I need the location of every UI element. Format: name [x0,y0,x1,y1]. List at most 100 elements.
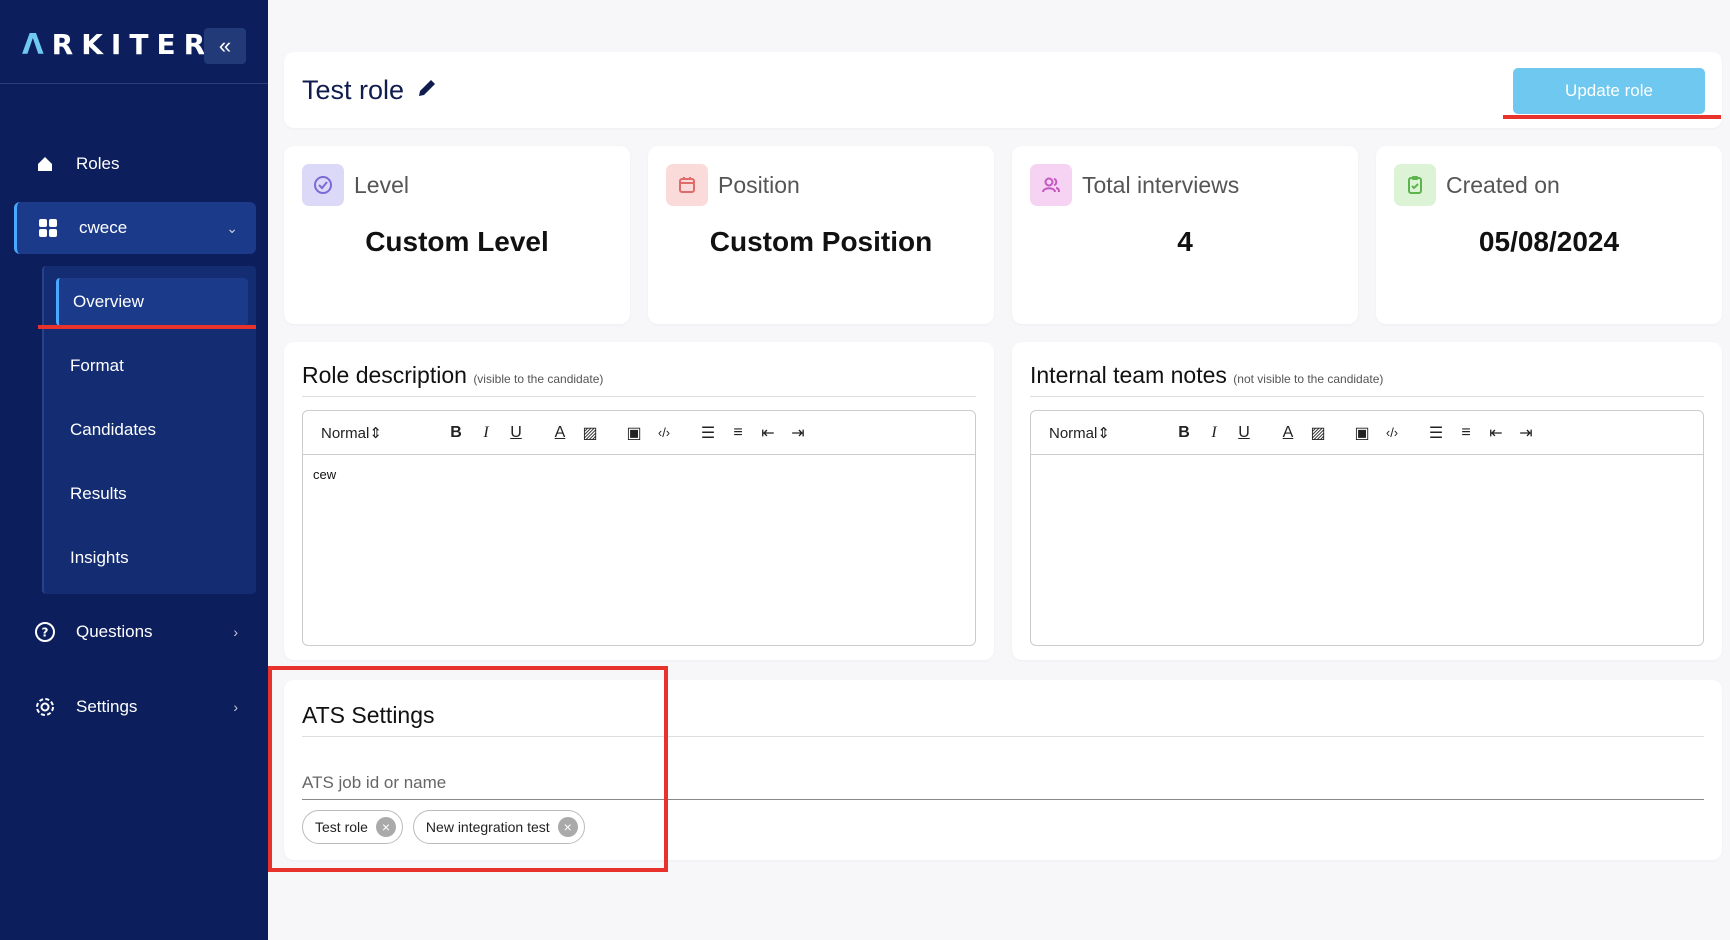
divider [302,396,976,397]
sidebar-item-questions[interactable]: ? Questions › [14,606,256,658]
sidebar-item-roles[interactable]: Roles [14,138,256,190]
subnav-item-label: Results [70,484,127,503]
grid-icon [35,218,61,238]
chevron-right-icon: › [233,699,238,715]
underline-icon[interactable]: U [501,424,531,442]
role-description-card: Role description (visible to the candida… [284,342,994,660]
editor-content[interactable] [1031,455,1703,479]
collapse-sidebar-button[interactable]: « [204,28,246,64]
highlight-box-ats [268,666,668,872]
users-icon [1030,164,1072,206]
subnav-item-candidates[interactable]: Candidates [56,406,248,454]
update-role-button[interactable]: Update role [1513,68,1705,114]
clipboard-check-icon [1394,164,1436,206]
code-icon[interactable]: ‹/› [649,425,679,440]
outdent-icon[interactable]: ⇤ [753,423,783,443]
role-title: Test role [302,75,405,105]
sidebar-item-settings[interactable]: Settings › [14,681,256,733]
highlight-color-icon[interactable]: ▨ [575,423,605,443]
select-arrows-icon: ⇕ [369,424,382,442]
section-note: (visible to the candidate) [473,372,604,386]
stat-label: Level [354,171,409,198]
outdent-icon[interactable]: ⇤ [1481,423,1511,443]
stat-card-created-on: Created on 05/08/2024 [1376,146,1722,324]
highlight-underline-update [1503,115,1721,119]
stat-value: Custom Position [709,226,933,257]
sidebar-item-label: Roles [76,154,120,173]
team-notes-card: Internal team notes (not visible to the … [1012,342,1722,660]
subnav-item-overview[interactable]: Overview [56,278,248,326]
sidebar-item-label: cwece [79,218,128,237]
editor-toolbar: Normal⇕ B I U A ▨ ▣ ‹/› ☰ ≡ ⇤ ⇥ [303,411,975,455]
stat-label: Total interviews [1082,171,1240,198]
gear-icon [32,696,58,718]
sidebar: ΛRKITER « Roles cwece ⌄ Overview Format … [0,0,268,940]
svg-text:?: ? [42,626,49,640]
app-logo[interactable]: ΛRKITER [22,28,213,61]
section-title: Internal team notes (not visible to the … [1030,362,1383,389]
logo-mark: Λ [22,28,52,61]
divider [1030,396,1704,397]
check-circle-icon [302,164,344,206]
subnav-item-label: Format [70,356,124,375]
subnav-item-label: Insights [70,548,129,567]
subnav-item-label: Overview [73,292,144,311]
bold-icon[interactable]: B [441,424,471,442]
image-icon[interactable]: ▣ [1347,423,1377,443]
subnav-item-insights[interactable]: Insights [56,534,248,582]
underline-icon[interactable]: U [1229,424,1259,442]
chevron-right-icon: › [233,624,238,640]
format-select-value: Normal [321,424,370,442]
role-description-editor: Normal⇕ B I U A ▨ ▣ ‹/› ☰ ≡ ⇤ ⇥ cew [302,410,976,646]
ordered-list-icon[interactable]: ☰ [693,423,723,443]
brand-header: ΛRKITER « [0,0,268,84]
section-note: (not visible to the candidate) [1233,372,1384,386]
stat-value: 4 [1177,226,1193,257]
subnav-item-results[interactable]: Results [56,470,248,518]
code-icon[interactable]: ‹/› [1377,425,1407,440]
subnav-item-format[interactable]: Format [56,342,248,390]
logo-text: RKITER [51,28,214,61]
page-title: Test role [302,75,438,106]
stat-card-position: Position Custom Position [648,146,994,324]
ordered-list-icon[interactable]: ☰ [1421,423,1451,443]
section-title: Role description (visible to the candida… [302,362,603,389]
editor-content[interactable]: cew [303,455,975,494]
home-icon [32,155,58,173]
italic-icon[interactable]: I [471,424,501,442]
stat-value: 05/08/2024 [1478,226,1620,257]
section-title-text: Internal team notes [1030,362,1227,388]
stat-card-total-interviews: Total interviews 4 [1012,146,1358,324]
italic-icon[interactable]: I [1199,424,1229,442]
subnav-item-label: Candidates [70,420,157,439]
sidebar-item-label: Questions [76,622,153,641]
bullet-list-icon[interactable]: ≡ [723,424,753,442]
editor-toolbar: Normal⇕ B I U A ▨ ▣ ‹/› ☰ ≡ ⇤ ⇥ [1031,411,1703,455]
indent-icon[interactable]: ⇥ [1511,423,1541,443]
section-title-text: Role description [302,362,467,388]
chevron-down-icon: ⌄ [226,219,238,236]
select-arrows-icon: ⇕ [1097,424,1110,442]
stat-label: Created on [1446,171,1560,198]
text-color-icon[interactable]: A [1273,424,1303,442]
highlight-underline-overview [38,325,256,329]
sidebar-subnav: Overview Format Candidates Results Insig… [42,266,256,594]
calendar-icon [666,164,708,206]
stat-label: Position [718,171,800,198]
sidebar-item-label: Settings [76,697,138,716]
stat-card-level: Level Custom Level [284,146,630,324]
team-notes-editor: Normal⇕ B I U A ▨ ▣ ‹/› ☰ ≡ ⇤ ⇥ [1030,410,1704,646]
stat-value: Custom Level [365,226,549,257]
help-circle-icon: ? [32,621,58,643]
bold-icon[interactable]: B [1169,424,1199,442]
text-color-icon[interactable]: A [545,424,575,442]
edit-icon[interactable] [416,75,438,106]
indent-icon[interactable]: ⇥ [783,423,813,443]
format-select-value: Normal [1049,424,1098,442]
format-select[interactable]: Normal⇕ [321,424,421,442]
highlight-color-icon[interactable]: ▨ [1303,423,1333,443]
format-select[interactable]: Normal⇕ [1049,424,1149,442]
sidebar-item-cwece[interactable]: cwece ⌄ [14,202,256,254]
bullet-list-icon[interactable]: ≡ [1451,424,1481,442]
image-icon[interactable]: ▣ [619,423,649,443]
